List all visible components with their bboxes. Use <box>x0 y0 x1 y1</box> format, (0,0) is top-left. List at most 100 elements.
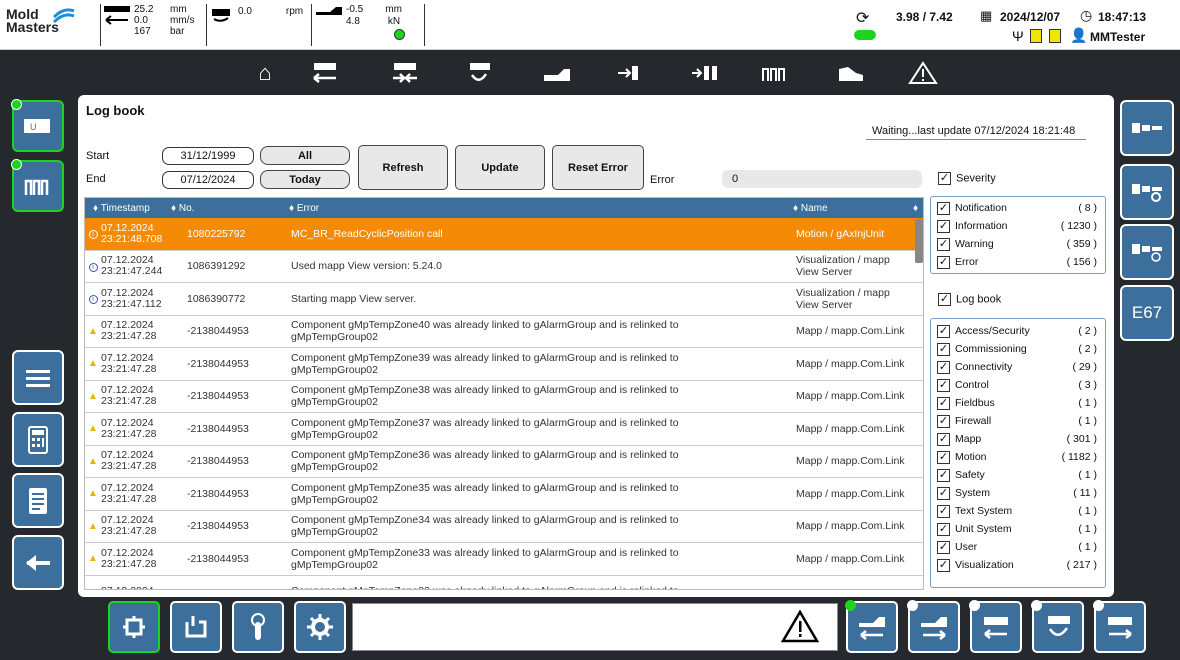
alarm-acknowledge-icon[interactable] <box>780 609 820 648</box>
injection-units-button[interactable] <box>1120 100 1174 156</box>
reset-error-button[interactable]: Reset Error <box>552 145 644 190</box>
checkbox-icon[interactable]: ✓ <box>937 378 950 392</box>
update-button[interactable]: Update <box>455 145 545 190</box>
table-row[interactable]: ▲ 07.12.2024 23:21:47.28 -2138044953 Compone… <box>85 511 923 543</box>
severity-header[interactable]: ✓ Severity <box>938 172 996 185</box>
mold-open-icon[interactable] <box>688 58 722 88</box>
document-icon[interactable] <box>1030 29 1042 43</box>
table-row[interactable]: ▲ 07.12.2024 23:21:47.28 -2138044953 Compone… <box>85 316 923 348</box>
nozzle-icon[interactable] <box>540 58 574 88</box>
col-timestamp[interactable]: ♦ Timestamp <box>93 203 150 214</box>
filter-item[interactable]: ✓ Fieldbus ( 1 ) <box>931 394 1105 412</box>
screw-rotate-button[interactable] <box>1031 600 1084 653</box>
units-gear-icon <box>1132 184 1162 202</box>
checkbox-icon[interactable]: ✓ <box>937 237 950 251</box>
nozzle-forward-button[interactable] <box>845 600 898 653</box>
recipe-icon[interactable] <box>1049 29 1061 43</box>
alarm-warning-icon[interactable] <box>906 58 940 88</box>
table-row[interactable]: ▲ 07.12.2024 23:21:47.28 -2138044953 Compone… <box>85 446 923 478</box>
checkbox-icon[interactable]: ✓ <box>937 414 950 428</box>
filter-item[interactable]: ✓ Notification ( 8 ) <box>931 199 1105 217</box>
today-button[interactable]: Today <box>260 170 350 189</box>
checkbox-icon[interactable]: ✓ <box>937 486 950 500</box>
home-icon[interactable]: ⌂ <box>248 58 282 88</box>
screw-icon[interactable] <box>462 58 496 88</box>
decompress-button[interactable] <box>969 600 1022 653</box>
heater-button[interactable] <box>11 159 64 212</box>
refresh-button[interactable]: Refresh <box>358 145 448 190</box>
col-filter-icon[interactable]: ♦ <box>913 203 918 214</box>
checkbox-icon[interactable]: ✓ <box>937 324 950 338</box>
filter-item[interactable]: ✓ System ( 11 ) <box>931 484 1105 502</box>
mold-close-icon[interactable] <box>614 58 648 88</box>
filter-item[interactable]: ✓ Access/Security ( 2 ) <box>931 322 1105 340</box>
table-scrollbar[interactable] <box>915 219 923 263</box>
table-row[interactable]: ▲ 07.12.2024 23:21:47.28 -2138044953 Compone… <box>85 478 923 511</box>
status-bar: Mold Masters 25.2 mm 0.0 mm/s 167 bar 0.0 rp… <box>0 0 1180 50</box>
filter-item[interactable]: ✓ Warning ( 359 ) <box>931 235 1105 253</box>
units-settings-button[interactable] <box>1120 164 1174 220</box>
col-no[interactable]: ♦ No. <box>171 203 194 214</box>
menu-button[interactable] <box>12 350 64 405</box>
logbook-header[interactable]: ✓ Log book <box>938 293 1001 306</box>
checkbox-icon[interactable]: ✓ <box>937 522 950 536</box>
end-date-input[interactable]: 07/12/2024 <box>162 171 254 189</box>
filter-item[interactable]: ✓ Information ( 1230 ) <box>931 217 1105 235</box>
manual-button[interactable] <box>232 601 284 653</box>
checkbox-icon[interactable]: ✓ <box>937 504 950 518</box>
filter-item[interactable]: ✓ Commissioning ( 2 ) <box>931 340 1105 358</box>
setup-button[interactable] <box>294 601 346 653</box>
checkbox-icon[interactable]: ✓ <box>937 342 950 356</box>
filter-item[interactable]: ✓ Error ( 156 ) <box>931 253 1105 271</box>
filter-item[interactable]: ✓ Control ( 3 ) <box>931 376 1105 394</box>
semi-auto-icon <box>185 616 207 638</box>
temperature-icon[interactable] <box>758 58 792 88</box>
row-error: Component gMpTempZone34 was already link… <box>291 514 679 527</box>
filter-item[interactable]: ✓ Motion ( 1182 ) <box>931 448 1105 466</box>
injection-hold-icon[interactable] <box>388 58 422 88</box>
table-row[interactable]: ▲ 07.12.2024 23:21:47.28 -2138044953 Compone… <box>85 381 923 413</box>
nozzle-back-button[interactable] <box>907 600 960 653</box>
table-row[interactable]: ▲ 07.12.2024 23:21:47.28 -2138044953 Compone… <box>85 348 923 381</box>
filter-item[interactable]: ✓ Firewall ( 1 ) <box>931 412 1105 430</box>
chart-area-icon[interactable] <box>834 58 868 88</box>
e67-button[interactable]: E67 <box>1120 285 1174 341</box>
col-error[interactable]: ♦ Error <box>289 203 319 214</box>
checkbox-icon[interactable]: ✓ <box>937 558 950 572</box>
checkbox-icon[interactable]: ✓ <box>937 219 950 233</box>
filter-item[interactable]: ✓ Unit System ( 1 ) <box>931 520 1105 538</box>
filter-item[interactable]: ✓ Visualization ( 217 ) <box>931 556 1105 574</box>
checkbox-icon[interactable]: ✓ <box>937 468 950 482</box>
back-button[interactable] <box>12 535 64 590</box>
table-row[interactable]: i 07.12.2024 23:21:47.112 1086390772 Startin… <box>85 283 923 316</box>
all-button[interactable]: All <box>260 146 350 165</box>
injection-back-icon[interactable] <box>308 58 342 88</box>
checkbox-icon[interactable]: ✓ <box>937 255 950 269</box>
table-row[interactable]: ▲07.12.2024 Component gMpTempZone32 was a… <box>85 576 923 589</box>
filter-item[interactable]: ✓ Text System ( 1 ) <box>931 502 1105 520</box>
table-row[interactable]: ▲ 07.12.2024 23:21:47.28 -2138044953 Compone… <box>85 543 923 576</box>
filter-item[interactable]: ✓ Connectivity ( 29 ) <box>931 358 1105 376</box>
semi-auto-button[interactable] <box>170 601 222 653</box>
table-row[interactable]: ▲ 07.12.2024 23:21:47.28 -2138044953 Compone… <box>85 413 923 446</box>
filter-item[interactable]: ✓ Safety ( 1 ) <box>931 466 1105 484</box>
table-row[interactable]: i 07.12.2024 23:21:48.708 1080225792 MC_BR_R… <box>85 218 923 251</box>
document-button[interactable] <box>12 473 64 528</box>
cycle-mode-button[interactable] <box>108 601 160 653</box>
io-button[interactable]: U <box>11 99 64 152</box>
inject-forward-button[interactable] <box>1093 600 1146 653</box>
start-label: Start <box>86 150 110 162</box>
checkbox-icon[interactable]: ✓ <box>937 396 950 410</box>
calculator-button[interactable] <box>12 412 64 467</box>
checkbox-icon[interactable]: ✓ <box>937 540 950 554</box>
checkbox-icon[interactable]: ✓ <box>937 432 950 446</box>
col-name[interactable]: ♦ Name <box>793 203 828 214</box>
checkbox-icon[interactable]: ✓ <box>937 201 950 215</box>
checkbox-icon[interactable]: ✓ <box>937 360 950 374</box>
table-row[interactable]: i 07.12.2024 23:21:47.244 1086391292 Used ma… <box>85 251 923 283</box>
filter-item[interactable]: ✓ User ( 1 ) <box>931 538 1105 556</box>
checkbox-icon[interactable]: ✓ <box>937 450 950 464</box>
filter-item[interactable]: ✓ Mapp ( 301 ) <box>931 430 1105 448</box>
start-date-input[interactable]: 31/12/1999 <box>162 147 254 165</box>
units-timer-button[interactable] <box>1120 224 1174 280</box>
